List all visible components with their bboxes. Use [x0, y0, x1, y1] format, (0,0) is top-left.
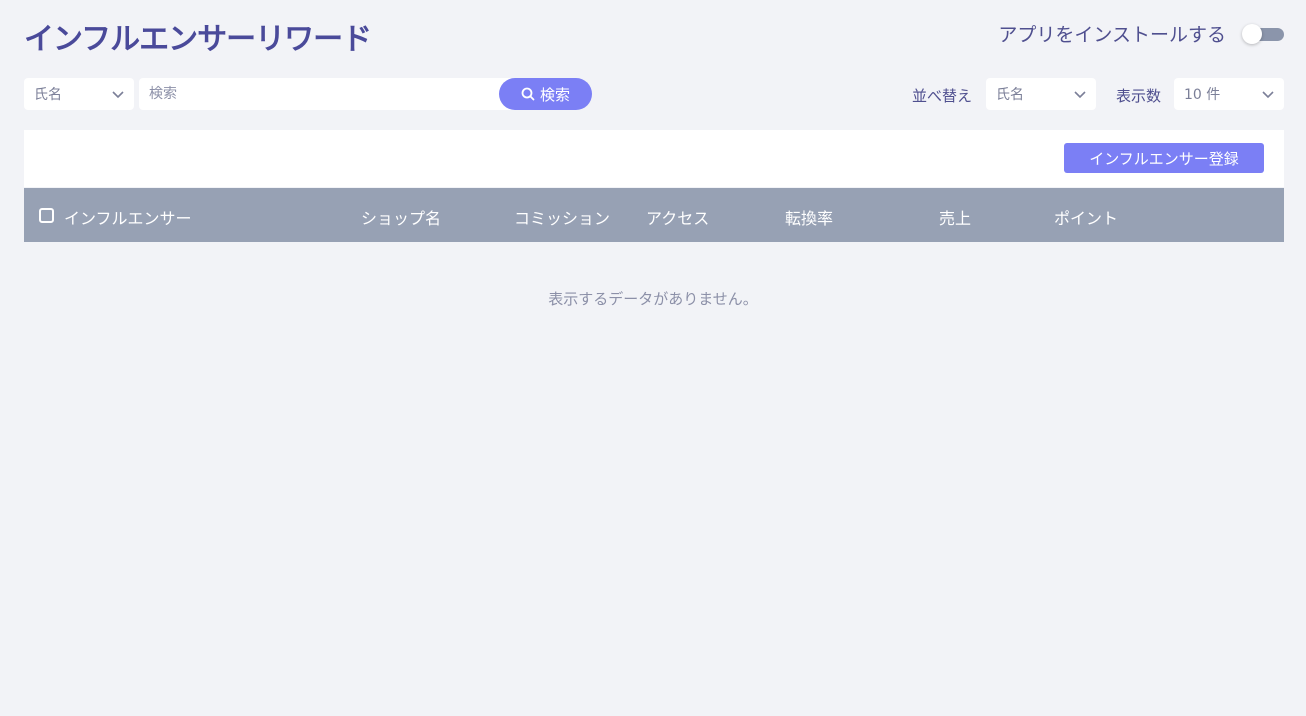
- column-header-sales[interactable]: 売上: [939, 205, 971, 229]
- empty-state-message: 表示するデータがありません。: [548, 290, 758, 308]
- register-influencer-button[interactable]: インフルエンサー登録: [1064, 143, 1264, 173]
- search-button-label: 検索: [539, 85, 570, 104]
- search-input[interactable]: [139, 78, 519, 110]
- install-app-label: アプリをインストールする: [998, 24, 1226, 46]
- count-select[interactable]: 10 件: [1174, 78, 1284, 110]
- table-header: インフルエンサー ショップ名 コミッション アクセス 転換率 売上 ポイント: [24, 188, 1284, 242]
- chevron-down-icon: [1074, 91, 1086, 99]
- action-bar: インフルエンサー登録: [24, 130, 1284, 187]
- chevron-down-icon: [112, 91, 124, 99]
- column-header-conversion-rate[interactable]: 転換率: [785, 205, 833, 229]
- install-app-group: アプリをインストールする: [998, 20, 1284, 47]
- filter-field-select[interactable]: 氏名: [24, 78, 134, 110]
- sort-value: 氏名: [996, 87, 1024, 103]
- toggle-knob: [1242, 23, 1262, 44]
- column-header-access[interactable]: アクセス: [646, 205, 709, 229]
- select-all-checkbox[interactable]: [39, 208, 54, 223]
- count-value: 10 件: [1184, 87, 1221, 103]
- search-icon: [521, 87, 535, 101]
- chevron-down-icon: [1262, 91, 1274, 99]
- page-title: インフルエンサーリワード: [24, 22, 372, 57]
- search-button[interactable]: 検索: [499, 78, 592, 110]
- column-header-points[interactable]: ポイント: [1054, 205, 1118, 229]
- sort-label: 並べ替え: [912, 87, 973, 105]
- toolbar: 氏名 検索 並べ替え 氏名 表示数 10 件: [24, 78, 1284, 110]
- sort-select[interactable]: 氏名: [986, 78, 1096, 110]
- column-header-influencer[interactable]: インフルエンサー: [64, 205, 192, 229]
- column-header-shop-name[interactable]: ショップ名: [361, 205, 441, 229]
- filter-field-value: 氏名: [34, 87, 62, 103]
- column-header-commission[interactable]: コミッション: [514, 205, 610, 229]
- count-label: 表示数: [1116, 87, 1162, 105]
- install-app-toggle[interactable]: [1242, 22, 1284, 46]
